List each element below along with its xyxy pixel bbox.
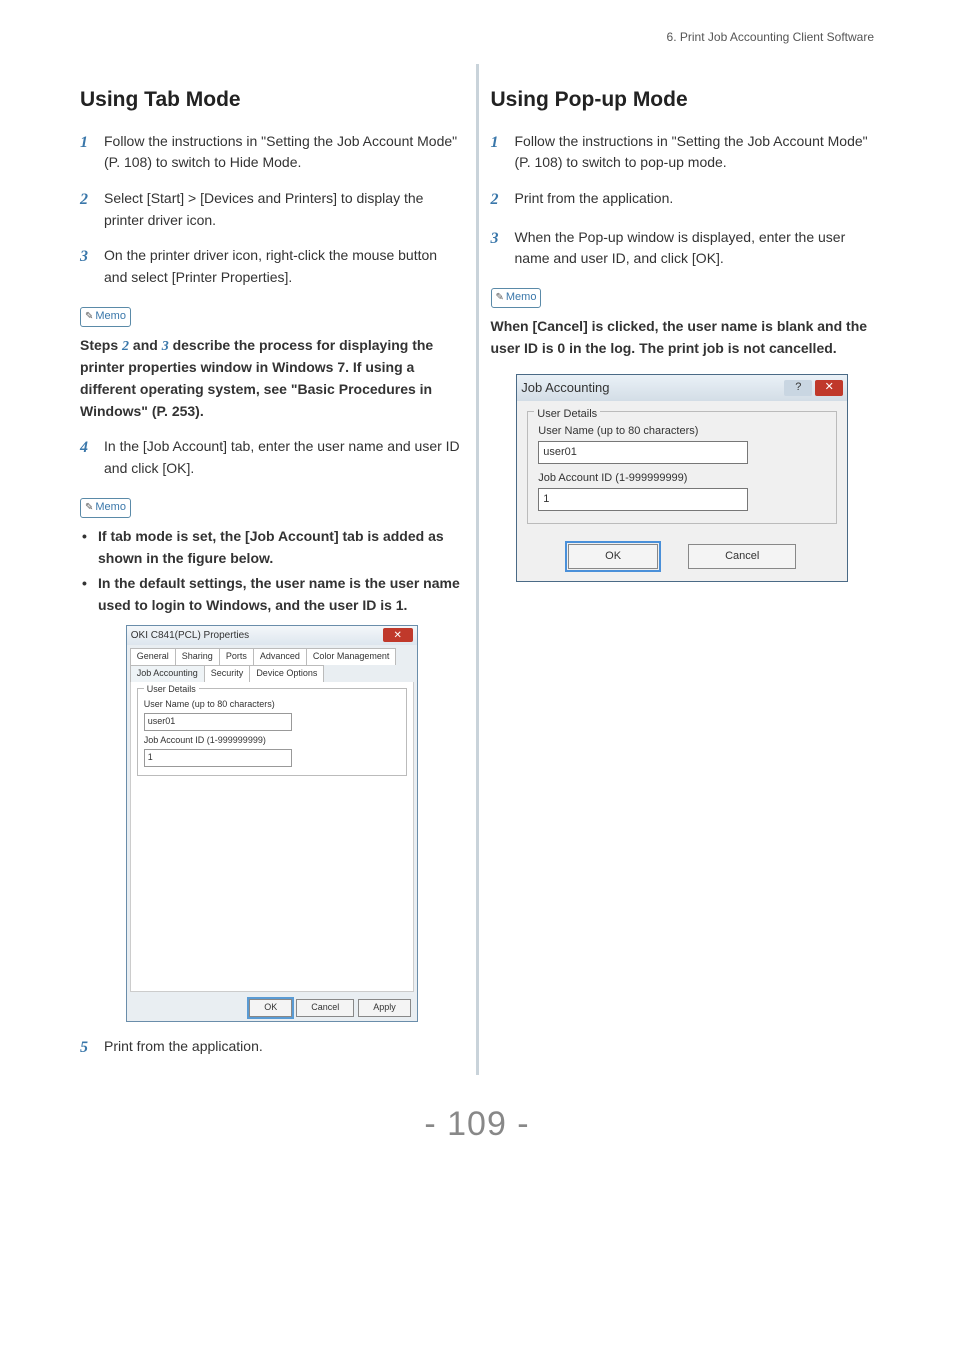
memo-badge: Memo xyxy=(80,307,131,327)
right-memo: When [Cancel] is clicked, the user name … xyxy=(491,316,875,359)
right-step-1: 1 Follow the instructions in "Setting th… xyxy=(491,131,875,174)
bullet-item: If tab mode is set, the [Job Account] ta… xyxy=(80,526,464,569)
step-number: 3 xyxy=(80,245,94,288)
properties-dialog-screenshot: OKI C841(PCL) Properties ✕ General Shari… xyxy=(126,625,418,1022)
user-details-fieldset: User Details User Name (up to 80 charact… xyxy=(527,411,837,524)
fieldset-legend: User Details xyxy=(534,406,600,423)
tab-device-options[interactable]: Device Options xyxy=(249,665,324,682)
memo-badge: Memo xyxy=(80,498,131,518)
left-memo-1: Steps 2 and 3 describe the process for d… xyxy=(80,335,464,423)
dialog-titlebar: OKI C841(PCL) Properties ✕ xyxy=(127,626,417,646)
content-columns: Using Tab Mode 1 Follow the instructions… xyxy=(80,64,874,1075)
left-step-5: 5 Print from the application. xyxy=(80,1036,464,1061)
jobid-input[interactable]: 1 xyxy=(144,749,292,767)
step-number: 2 xyxy=(491,188,505,213)
tab-job-accounting[interactable]: Job Accounting xyxy=(130,665,205,682)
step-number: 5 xyxy=(80,1036,94,1061)
left-step-2: 2 Select [Start] > [Devices and Printers… xyxy=(80,188,464,231)
dialog-button-row: OK Cancel Apply xyxy=(127,995,417,1021)
ok-button[interactable]: OK xyxy=(249,999,292,1017)
step-number: 1 xyxy=(80,131,94,174)
dialog-title: OKI C841(PCL) Properties xyxy=(131,628,249,644)
step-text: In the [Job Account] tab, enter the user… xyxy=(104,436,464,479)
username-input[interactable]: user01 xyxy=(538,441,748,464)
close-icon[interactable]: ✕ xyxy=(383,628,413,642)
jobid-label: Job Account ID (1-999999999) xyxy=(144,734,400,748)
page-number: - 109 - xyxy=(80,1105,874,1144)
cancel-button[interactable]: Cancel xyxy=(688,544,796,569)
close-icon[interactable]: ✕ xyxy=(815,380,843,396)
apply-button[interactable]: Apply xyxy=(358,999,411,1017)
tab-advanced[interactable]: Advanced xyxy=(253,648,307,665)
dialog-title: Job Accounting xyxy=(521,378,609,398)
cancel-button[interactable]: Cancel xyxy=(296,999,354,1017)
memo-badge: Memo xyxy=(491,288,542,308)
bullet-item: In the default settings, the user name i… xyxy=(80,573,464,616)
step-text: Follow the instructions in "Setting the … xyxy=(104,131,464,174)
step-text: Print from the application. xyxy=(515,188,875,213)
tab-color-management[interactable]: Color Management xyxy=(306,648,397,665)
jobid-label: Job Account ID (1-999999999) xyxy=(538,470,826,487)
left-heading: Using Tab Mode xyxy=(80,84,464,117)
username-label: User Name (up to 80 characters) xyxy=(144,698,400,712)
step-text: Print from the application. xyxy=(104,1036,464,1061)
popup-dialog-screenshot: Job Accounting ? ✕ User Details User Nam… xyxy=(516,374,848,582)
right-step-2: 2 Print from the application. xyxy=(491,188,875,213)
step-text: On the printer driver icon, right-click … xyxy=(104,245,464,288)
step-text: When the Pop-up window is displayed, ent… xyxy=(515,227,875,270)
dialog-button-row: OK Cancel xyxy=(517,542,847,581)
tab-ports[interactable]: Ports xyxy=(219,648,254,665)
step-number: 1 xyxy=(491,131,505,174)
dialog-titlebar: Job Accounting ? ✕ xyxy=(517,375,847,401)
left-column: Using Tab Mode 1 Follow the instructions… xyxy=(80,64,464,1075)
user-details-fieldset: User Details User Name (up to 80 charact… xyxy=(137,688,407,776)
tabs-row-2: Job Accounting Security Device Options xyxy=(130,665,414,682)
fieldset-legend: User Details xyxy=(144,683,199,697)
tab-security[interactable]: Security xyxy=(204,665,251,682)
left-memo-bullets: If tab mode is set, the [Job Account] ta… xyxy=(80,526,464,617)
left-step-4: 4 In the [Job Account] tab, enter the us… xyxy=(80,436,464,479)
step-number: 3 xyxy=(491,227,505,270)
username-label: User Name (up to 80 characters) xyxy=(538,423,826,440)
step-text: Follow the instructions in "Setting the … xyxy=(515,131,875,174)
step-text: Select [Start] > [Devices and Printers] … xyxy=(104,188,464,231)
step-number: 2 xyxy=(80,188,94,231)
tab-sharing[interactable]: Sharing xyxy=(175,648,220,665)
ok-button[interactable]: OK xyxy=(568,544,658,569)
step-number: 4 xyxy=(80,436,94,479)
dialog-body: User Details User Name (up to 80 charact… xyxy=(517,401,847,542)
left-step-1: 1 Follow the instructions in "Setting th… xyxy=(80,131,464,174)
right-column: Using Pop-up Mode 1 Follow the instructi… xyxy=(491,64,875,1075)
column-divider xyxy=(476,64,479,1075)
left-step-3: 3 On the printer driver icon, right-clic… xyxy=(80,245,464,288)
right-heading: Using Pop-up Mode xyxy=(491,84,875,117)
jobid-input[interactable]: 1 xyxy=(538,488,748,511)
tab-general[interactable]: General xyxy=(130,648,176,665)
page: 6. Print Job Accounting Client Software … xyxy=(0,0,954,1164)
running-header: 6. Print Job Accounting Client Software xyxy=(80,30,874,44)
help-icon[interactable]: ? xyxy=(784,380,812,396)
tabs-row-1: General Sharing Ports Advanced Color Man… xyxy=(130,648,414,665)
username-input[interactable]: user01 xyxy=(144,713,292,731)
dialog-body: User Details User Name (up to 80 charact… xyxy=(130,682,414,992)
right-step-3: 3 When the Pop-up window is displayed, e… xyxy=(491,227,875,270)
